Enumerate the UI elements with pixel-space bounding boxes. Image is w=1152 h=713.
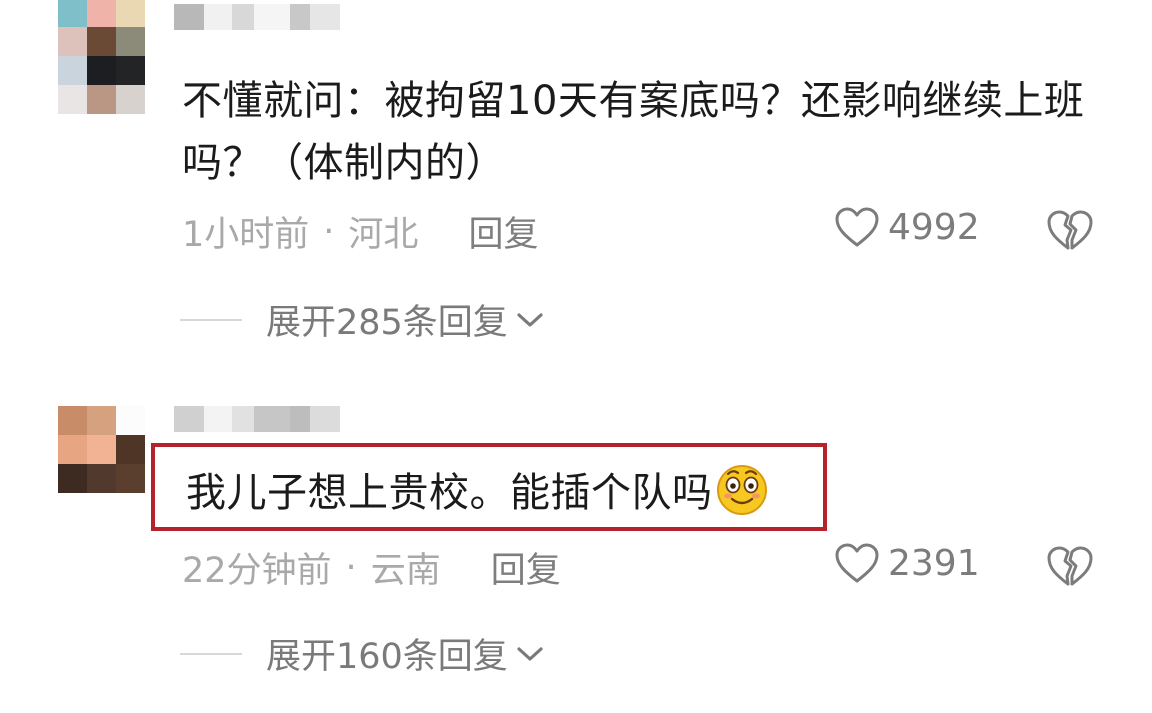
avatar-pixel	[87, 85, 116, 114]
username-pixel	[174, 406, 204, 432]
dislike-button[interactable]	[1046, 208, 1094, 256]
chevron-down-icon	[517, 646, 543, 661]
meta-separator: ·	[323, 211, 335, 252]
avatar-pixel	[116, 464, 145, 493]
avatar-pixel	[58, 27, 87, 56]
avatar-pixel	[87, 0, 116, 27]
avatar-pixel	[58, 464, 87, 493]
heart-icon	[835, 207, 879, 247]
username-pixel	[174, 4, 204, 30]
reply-button[interactable]: 回复	[491, 542, 561, 593]
username-pixel	[254, 406, 290, 432]
avatar-pixel	[58, 85, 87, 114]
username-pixel	[232, 4, 254, 30]
comment-text: 我儿子想上贵校。能插个队吗	[186, 470, 713, 516]
username-pixel	[290, 406, 310, 432]
comment-meta: 22分钟前 · 云南 回复	[182, 542, 561, 593]
username-pixel	[254, 4, 290, 30]
username-blurred[interactable]	[174, 4, 340, 30]
comment-meta: 1小时前 · 河北 回复	[182, 206, 538, 257]
avatar-pixel	[116, 435, 145, 464]
smiling-face-emoji-icon	[716, 465, 767, 515]
broken-heart-icon	[1047, 210, 1093, 250]
avatar-pixel	[87, 56, 116, 85]
username-blurred[interactable]	[174, 406, 340, 432]
divider-line	[180, 652, 242, 655]
avatar[interactable]	[58, 406, 145, 493]
username-pixel	[290, 4, 310, 30]
like-button[interactable]: 2391	[834, 542, 980, 584]
comment-time: 1小时前	[182, 215, 310, 255]
avatar-pixel	[116, 406, 145, 435]
comment-item: 我儿子想上贵校。能插个队吗 22分钟前 · 云南 回复 2391 展开160条回…	[0, 360, 1152, 713]
reply-button[interactable]: 回复	[468, 206, 538, 257]
avatar[interactable]	[58, 0, 145, 114]
like-count: 4992	[888, 206, 980, 248]
dislike-button[interactable]	[1046, 544, 1094, 592]
avatar-pixel	[87, 464, 116, 493]
avatar-pixel	[116, 0, 145, 27]
comment-item: 不懂就问：被拘留10天有案底吗？还影响继续上班吗？（体制内的） 1小时前 · 河…	[0, 0, 1152, 360]
avatar-pixel	[58, 56, 87, 85]
avatar-pixel	[87, 27, 116, 56]
avatar-pixel	[87, 435, 116, 464]
heart-icon	[835, 543, 879, 583]
avatar-pixel	[116, 27, 145, 56]
comment-text: 不懂就问：被拘留10天有案底吗？还影响继续上班吗？（体制内的）	[182, 78, 1085, 186]
avatar-pixel	[116, 85, 145, 114]
chevron-down-icon	[517, 312, 543, 327]
username-pixel	[204, 4, 232, 30]
username-pixel	[310, 406, 340, 432]
like-count: 2391	[888, 542, 980, 584]
avatar-pixel	[58, 0, 87, 27]
like-button[interactable]: 4992	[834, 206, 980, 248]
expand-replies-label: 展开160条回复	[266, 637, 508, 677]
comment-location: 河北	[348, 215, 419, 255]
expand-replies-label: 展开285条回复	[266, 303, 508, 343]
username-pixel	[232, 406, 254, 432]
avatar-pixel	[58, 406, 87, 435]
comment-time: 22分钟前	[182, 551, 332, 591]
avatar-pixel	[58, 435, 87, 464]
meta-separator: ·	[345, 547, 357, 588]
expand-replies-button[interactable]: 展开285条回复	[180, 294, 546, 345]
broken-heart-icon	[1047, 546, 1093, 586]
expand-replies-button[interactable]: 展开160条回复	[180, 628, 546, 679]
comment-location: 云南	[370, 551, 441, 591]
comment-text-row: 我儿子想上贵校。能插个队吗	[186, 462, 769, 524]
avatar-pixel	[116, 56, 145, 85]
avatar-pixel	[87, 406, 116, 435]
username-pixel	[204, 406, 232, 432]
divider-line	[180, 318, 242, 321]
username-pixel	[310, 4, 340, 30]
